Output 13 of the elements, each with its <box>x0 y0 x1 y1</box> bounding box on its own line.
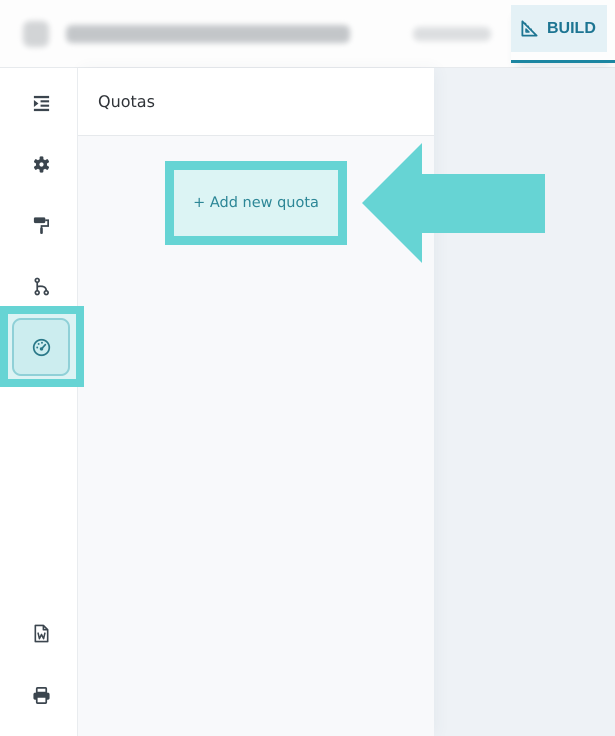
gauge-icon <box>32 338 50 356</box>
add-quota-button[interactable]: + Add new quota <box>174 170 338 236</box>
ruler-triangle-icon <box>520 19 539 38</box>
indent-icon <box>32 94 50 112</box>
printer-icon <box>32 686 50 704</box>
panel-title: Quotas <box>98 92 155 111</box>
build-tab[interactable]: BUILD <box>511 5 615 63</box>
blurred-logo <box>23 20 49 46</box>
branch-icon <box>32 276 50 296</box>
settings-icon <box>32 154 50 174</box>
document-icon <box>32 624 50 642</box>
paint-roller-icon <box>32 216 50 234</box>
sidebar-button[interactable] <box>12 318 70 376</box>
